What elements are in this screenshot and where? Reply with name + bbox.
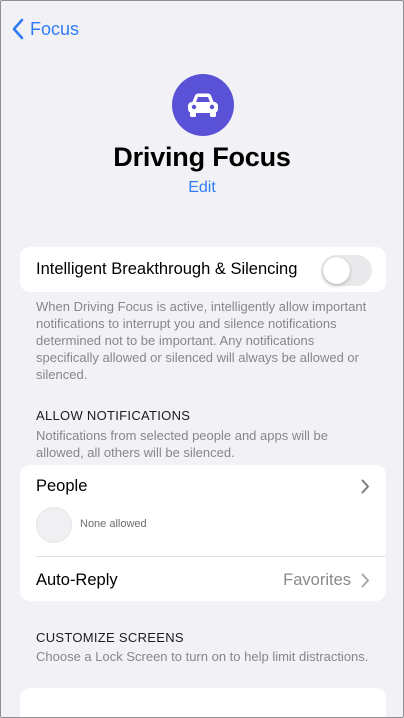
car-icon [172,74,234,136]
notifications-card: People None allowed Auto-Reply Favorites [20,465,386,601]
allow-notifications-description: Notifications from selected people and a… [36,428,328,460]
auto-reply-value: Favorites [283,571,351,589]
allow-notifications-header: ALLOW NOTIFICATIONS [36,408,191,423]
breakthrough-label: Intelligent Breakthrough & Silencing [36,260,298,278]
edit-button[interactable]: Edit [188,179,216,196]
customize-screens-header: CUSTOMIZE SCREENS [36,630,184,645]
chevron-left-icon [11,18,24,40]
chevron-right-icon [361,573,370,593]
lock-screen-card[interactable] [20,688,386,717]
back-label: Focus [30,18,80,39]
breakthrough-toggle[interactable] [321,255,372,286]
people-row[interactable]: People None allowed [20,465,386,556]
customize-screens-description: Choose a Lock Screen to turn on to help … [36,649,369,664]
settings-screen: Focus Driving Focus Edit Intelligent Bre… [0,0,404,718]
auto-reply-label: Auto-Reply [36,571,118,589]
page-title: Driving Focus [113,142,291,172]
chevron-right-icon [361,479,370,499]
back-button[interactable]: Focus [11,15,79,43]
avatar-placeholder [36,507,72,543]
toggle-knob [323,257,350,284]
people-status: None allowed [80,518,147,530]
breakthrough-footnote: When Driving Focus is active, intelligen… [36,299,367,382]
auto-reply-row[interactable]: Auto-Reply Favorites [20,557,386,601]
breakthrough-card: Intelligent Breakthrough & Silencing [20,247,386,292]
people-label: People [36,477,88,495]
edit-link-row: Edit [1,179,403,197]
